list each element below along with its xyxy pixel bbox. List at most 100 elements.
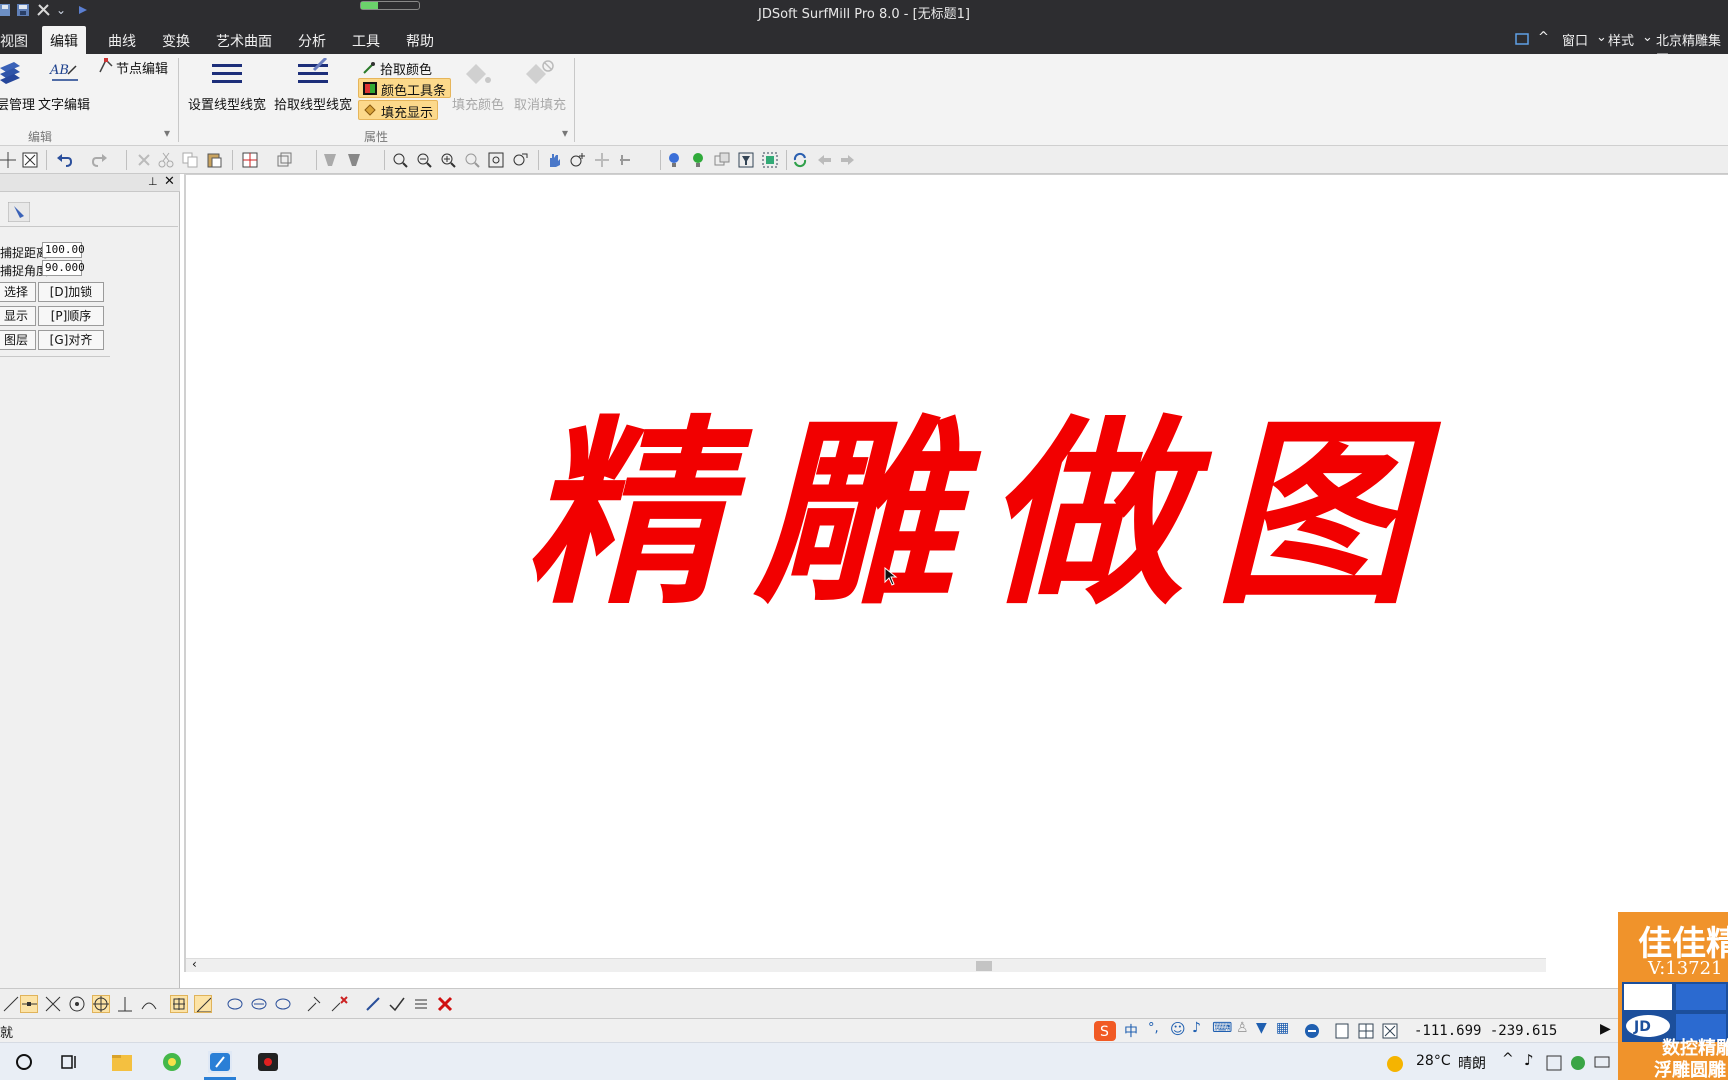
bulb-blue-icon[interactable] (666, 152, 682, 168)
snap-perpendicular-icon[interactable] (116, 995, 134, 1013)
set-line-style-button[interactable]: 设置线型线宽 (188, 94, 266, 113)
forward-arrow-icon[interactable] (840, 152, 856, 168)
zoom-point-icon[interactable] (570, 152, 586, 168)
expand-icon[interactable]: ▾ (562, 126, 568, 140)
back-arrow-icon[interactable] (816, 152, 832, 168)
move-view-icon[interactable] (594, 152, 610, 168)
deselect-point-icon[interactable] (330, 995, 348, 1013)
align-button[interactable]: [G]对齐 (38, 330, 104, 350)
snap-tangent-icon[interactable] (140, 995, 158, 1013)
keyboard-icon[interactable]: ⌨ (1212, 1020, 1232, 1036)
refresh-icon[interactable] (792, 152, 808, 168)
check-icon[interactable] (388, 995, 406, 1013)
select-point-icon[interactable] (306, 995, 324, 1013)
shade-icon[interactable] (322, 152, 338, 168)
close-red-icon[interactable] (436, 995, 454, 1013)
filter-icon[interactable] (738, 152, 754, 168)
chevron-up-icon[interactable]: ^ (1538, 30, 1549, 45)
menu-window[interactable]: 窗口 (1562, 30, 1588, 49)
canvas-text-object[interactable]: 精雕做图 (424, 415, 1544, 615)
bulb-green-icon[interactable] (690, 152, 706, 168)
redo-icon[interactable] (92, 152, 108, 168)
paste-icon[interactable] (206, 152, 222, 168)
tray-network-icon[interactable] (1570, 1055, 1586, 1071)
toolbox-icon[interactable]: ▦ (1276, 1020, 1289, 1036)
pin-icon[interactable]: ⊥ (148, 175, 158, 188)
skin-icon[interactable]: ▼ (1256, 1020, 1267, 1036)
crosshair-icon[interactable] (1358, 1023, 1374, 1039)
menu-tab-help[interactable]: 帮助 (406, 31, 434, 51)
fill-color-button[interactable]: 填充颜色 (452, 94, 504, 113)
task-view-icon[interactable] (58, 1051, 82, 1073)
grid-icon[interactable] (242, 152, 258, 168)
fill-color-icon[interactable] (462, 60, 492, 90)
view-shade-icon[interactable] (226, 995, 244, 1013)
list-icon[interactable] (412, 995, 430, 1013)
sogou-ime-icon[interactable]: S (1094, 1021, 1118, 1041)
lock-button[interactable]: [D]加锁 (38, 282, 104, 302)
scroll-right-icon[interactable]: ▶ (1600, 1021, 1611, 1037)
menu-tab-view[interactable]: 视图 (0, 31, 28, 51)
node-edit-button[interactable]: 节点编辑 (116, 58, 168, 77)
zoom-in-icon[interactable] (440, 152, 456, 168)
fill-display-button[interactable]: 填充显示 (358, 100, 439, 121)
menu-tab-art-surface[interactable]: 艺术曲面 (216, 31, 272, 51)
view-hidden-icon[interactable] (274, 995, 292, 1013)
layer-button[interactable]: 图层 (0, 330, 36, 350)
close-icon[interactable]: ✕ (164, 174, 175, 189)
text-edit-icon[interactable]: AB (48, 60, 82, 92)
sync-icon[interactable] (1304, 1023, 1320, 1039)
undo-icon[interactable] (56, 152, 72, 168)
user-icon[interactable]: ♙ (1236, 1020, 1249, 1036)
search-circle-icon[interactable] (12, 1051, 36, 1073)
punctuation-icon[interactable]: °, (1148, 1021, 1159, 1036)
select-button[interactable]: 选择 (0, 282, 36, 302)
screen-recorder-icon[interactable] (256, 1051, 280, 1073)
snap-angle-input[interactable]: 90.000 (42, 260, 85, 276)
layers-icon[interactable] (0, 60, 22, 90)
snap-settings-tab-icon[interactable] (8, 202, 30, 222)
weather-description[interactable]: 晴朗 (1458, 1053, 1486, 1073)
layer-icon[interactable] (714, 152, 730, 168)
zoom-prev-icon[interactable] (464, 152, 480, 168)
view-cube-icon[interactable] (276, 152, 306, 168)
pick-line-style-icon[interactable] (298, 58, 330, 90)
cancel-fill-button[interactable]: 取消填充 (514, 94, 566, 113)
snap-endpoint-icon[interactable] (2, 995, 20, 1013)
view-wire-icon[interactable] (250, 995, 268, 1013)
menu-tab-curve[interactable]: 曲线 (108, 31, 136, 51)
select-all-icon[interactable] (762, 152, 778, 168)
menu-tab-edit[interactable]: 编辑 (42, 26, 86, 54)
snap-midpoint-icon[interactable] (20, 995, 38, 1013)
chevron-down-icon[interactable]: ⌄ (1642, 30, 1653, 45)
node-edit-icon[interactable] (98, 58, 114, 74)
scroll-left-icon[interactable]: ‹ (192, 957, 197, 971)
frame-icon[interactable] (1382, 1023, 1398, 1039)
shade-solid-icon[interactable] (346, 152, 362, 168)
microphone-tray-icon[interactable]: ♪ (1524, 1051, 1534, 1069)
zoom-out-icon[interactable] (416, 152, 432, 168)
display-button[interactable]: 显示 (0, 306, 36, 326)
color-toolbar-button[interactable]: 颜色工具条 (358, 78, 452, 99)
text-edit-button[interactable]: 文字编辑 (38, 94, 90, 113)
snap-quadrant-icon[interactable] (92, 995, 110, 1013)
weather-temperature[interactable]: 28°C (1416, 1053, 1451, 1069)
pick-color-button[interactable]: 拾取颜色 (358, 58, 436, 78)
horizontal-scrollbar[interactable]: ‹ (186, 957, 1546, 972)
page-icon[interactable] (1334, 1023, 1350, 1039)
expand-icon[interactable]: ▾ (164, 126, 170, 140)
ime-mode-indicator[interactable]: 中 (1124, 1021, 1138, 1041)
zoom-window-icon[interactable] (392, 152, 408, 168)
delete-icon[interactable] (136, 152, 152, 168)
surfmill-app-icon[interactable] (208, 1051, 232, 1073)
browser-icon[interactable] (160, 1051, 184, 1073)
microphone-icon[interactable]: ♪ (1192, 1020, 1201, 1036)
emoji-icon[interactable]: ☺ (1170, 1020, 1186, 1038)
scrollbar-thumb[interactable] (976, 961, 992, 971)
pick-line-style-button[interactable]: 拾取线型线宽 (274, 94, 352, 113)
box-select-icon[interactable] (22, 152, 38, 168)
zoom-dynamic-icon[interactable] (512, 152, 528, 168)
snap-intersection-icon[interactable] (44, 995, 62, 1013)
rotate-view-icon[interactable] (618, 152, 634, 168)
snap-grid-icon[interactable] (170, 995, 188, 1013)
